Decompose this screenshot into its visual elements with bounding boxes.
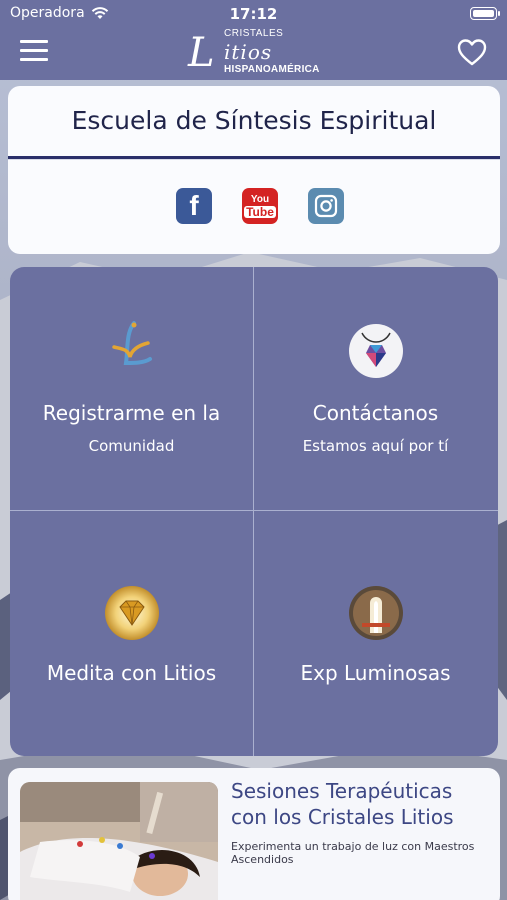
tile-contact-label: Contáctanos (312, 401, 439, 425)
therapy-session-photo (20, 782, 218, 900)
youtube-icon[interactable]: You Tube (242, 188, 278, 224)
logo-line-2: itios (224, 40, 273, 64)
hamburger-menu-icon[interactable] (20, 40, 48, 62)
school-header-card: Escuela de Síntesis Espiritual f You Tub… (8, 86, 500, 254)
tile-contact[interactable]: Contáctanos Estamos aquí por tí (254, 267, 497, 510)
app-header: Operadora 17:12 CRISTALES L itios HISPAN… (0, 0, 507, 80)
logo-line-3: HISPANOAMÉRICA (224, 64, 320, 75)
menu-grid: Registrarme en la Comunidad Contáctanos … (10, 267, 498, 756)
instagram-icon[interactable] (308, 188, 344, 224)
facebook-glyph: f (189, 190, 199, 221)
tile-meditate-label: Medita con Litios (46, 661, 217, 685)
tile-register-community[interactable]: Registrarme en la Comunidad (10, 267, 253, 510)
tile-contact-sub: Estamos aquí por tí (302, 437, 449, 455)
feature-description: Experimenta un trabajo de luz con Maestr… (231, 840, 475, 866)
tile-luminous-experiences[interactable]: Exp Luminosas (254, 511, 497, 754)
school-title: Escuela de Síntesis Espiritual (71, 106, 437, 135)
title-divider-shadow (8, 159, 500, 160)
instagram-glyph (314, 194, 338, 218)
app-logo: CRISTALES L itios HISPANOAMÉRICA (186, 26, 336, 78)
crystal-pendant-icon (349, 324, 403, 378)
youtube-glyph-top: You (250, 193, 270, 205)
luminous-crystal-icon (349, 586, 403, 640)
logo-initial: L (188, 30, 215, 76)
youtube-glyph-bottom: Tube (244, 204, 276, 219)
therapeutic-sessions-card[interactable]: Sesiones Terapéuticas con los Cristales … (8, 768, 500, 900)
heart-icon[interactable] (457, 38, 487, 66)
diamond-icon (105, 586, 159, 640)
tile-register-label: Registrarme en la (42, 401, 221, 425)
tile-luminous-label: Exp Luminosas (300, 661, 451, 685)
logo-line-1: CRISTALES (224, 28, 284, 39)
battery-icon (470, 7, 500, 20)
status-bar: Operadora 17:12 (0, 0, 507, 28)
litios-logo-icon (112, 321, 152, 366)
facebook-icon[interactable]: f (176, 188, 212, 224)
feature-title: Sesiones Terapéuticas con los Cristales … (231, 779, 454, 829)
tile-register-sub: Comunidad (88, 437, 175, 455)
status-time: 17:12 (229, 5, 278, 23)
tile-meditate[interactable]: Medita con Litios (10, 511, 253, 754)
